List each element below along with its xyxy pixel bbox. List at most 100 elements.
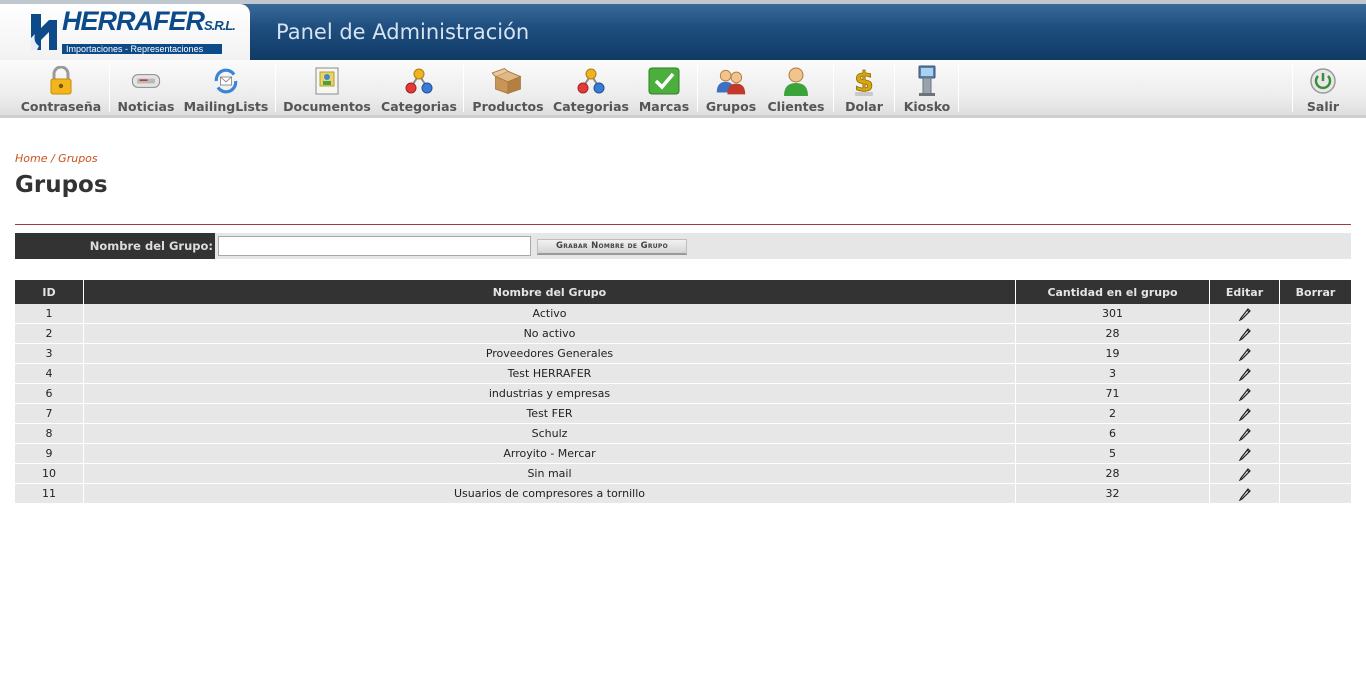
pencil-icon[interactable]	[1238, 407, 1252, 421]
cell-id: 2	[15, 324, 84, 344]
cell-delete[interactable]	[1280, 444, 1351, 464]
document-icon	[315, 67, 339, 95]
cell-edit	[1210, 464, 1280, 484]
cell-group-name: Usuarios de compresores a tornillo	[84, 484, 1016, 504]
newspaper-icon	[131, 74, 161, 88]
save-group-name-button[interactable]: Grabar Nombre de Grupo	[537, 239, 687, 255]
pencil-icon[interactable]	[1238, 367, 1252, 381]
main-toolbar: Contraseña Noticias MailingLists Documen…	[0, 60, 1366, 118]
cell-delete[interactable]	[1280, 484, 1351, 504]
herrafer-logo-icon	[31, 14, 57, 50]
cell-delete[interactable]	[1280, 424, 1351, 444]
cell-group-name: Test FER	[84, 404, 1016, 424]
users-group-icon	[716, 69, 746, 95]
breadcrumb[interactable]: Home / Grupos	[15, 152, 98, 165]
cell-count: 71	[1016, 384, 1210, 404]
cell-count: 6	[1016, 424, 1210, 444]
column-header-id: ID	[15, 280, 84, 304]
toolbar-item-marcas[interactable]: Marcas	[638, 60, 690, 116]
cell-delete[interactable]	[1280, 364, 1351, 384]
cell-count: 301	[1016, 304, 1210, 324]
table-header-row: ID Nombre del Grupo Cantidad en el grupo…	[15, 280, 1351, 304]
title-divider	[15, 224, 1351, 225]
cell-edit	[1210, 484, 1280, 504]
cell-group-name: Activo	[84, 304, 1016, 324]
cell-count: 5	[1016, 444, 1210, 464]
table-row: 1 Activo 301	[15, 304, 1351, 324]
logo-wordmark: HERRAFERS.R.L.	[62, 6, 236, 36]
cell-edit	[1210, 344, 1280, 364]
cell-id: 1	[15, 304, 84, 324]
mail-sync-icon	[214, 68, 238, 94]
column-header-delete: Borrar	[1280, 280, 1351, 304]
toolbar-item-categorias-documentos[interactable]: Categorias	[380, 60, 458, 116]
cell-id: 8	[15, 424, 84, 444]
table-row: 6 industrias y empresas 71	[15, 384, 1351, 404]
cell-group-name: Arroyito - Mercar	[84, 444, 1016, 464]
table-row: 2 No activo 28	[15, 324, 1351, 344]
group-name-input[interactable]	[218, 236, 531, 256]
user-icon	[784, 67, 808, 96]
page-title: Grupos	[15, 172, 108, 198]
cell-group-name: No activo	[84, 324, 1016, 344]
toolbar-item-documentos[interactable]: Documentos	[283, 60, 371, 116]
cell-delete[interactable]	[1280, 324, 1351, 344]
cell-delete[interactable]	[1280, 404, 1351, 424]
cell-delete[interactable]	[1280, 344, 1351, 364]
cell-id: 7	[15, 404, 84, 424]
cell-group-name: Test HERRAFER	[84, 364, 1016, 384]
cell-id: 11	[15, 484, 84, 504]
cell-edit	[1210, 404, 1280, 424]
toolbar-item-contrasena[interactable]: Contraseña	[20, 60, 102, 116]
power-icon	[1310, 68, 1336, 94]
kiosk-icon	[918, 65, 936, 96]
pencil-icon[interactable]	[1238, 487, 1252, 501]
pencil-icon[interactable]	[1238, 327, 1252, 341]
cell-edit	[1210, 364, 1280, 384]
cell-count: 28	[1016, 464, 1210, 484]
checkmark-icon	[648, 67, 680, 95]
cell-delete[interactable]	[1280, 464, 1351, 484]
column-header-edit: Editar	[1210, 280, 1280, 304]
column-header-name: Nombre del Grupo	[84, 280, 1016, 304]
cell-id: 3	[15, 344, 84, 364]
toolbar-item-mailinglists[interactable]: MailingLists	[183, 60, 269, 116]
groups-table: ID Nombre del Grupo Cantidad en el grupo…	[15, 280, 1351, 504]
cell-id: 9	[15, 444, 84, 464]
box-icon	[492, 68, 522, 95]
column-header-count: Cantidad en el grupo	[1016, 280, 1210, 304]
toolbar-item-noticias[interactable]: Noticias	[116, 60, 176, 116]
toolbar-item-kiosko[interactable]: Kiosko	[902, 60, 952, 116]
toolbar-item-clientes[interactable]: Clientes	[765, 60, 827, 116]
cell-edit	[1210, 444, 1280, 464]
table-row: 10 Sin mail 28	[15, 464, 1351, 484]
toolbar-item-categorias-productos[interactable]: Categorias	[552, 60, 630, 116]
cell-count: 28	[1016, 324, 1210, 344]
table-row: 4 Test HERRAFER 3	[15, 364, 1351, 384]
app-header: HERRAFERS.R.L. Importaciones - Represent…	[0, 0, 1366, 60]
table-row: 9 Arroyito - Mercar 5	[15, 444, 1351, 464]
table-row: 7 Test FER 2	[15, 404, 1351, 424]
table-row: 11 Usuarios de compresores a tornillo 32	[15, 484, 1351, 504]
logo[interactable]: HERRAFERS.R.L. Importaciones - Represent…	[0, 4, 250, 60]
group-name-form: Nombre del Grupo: Grabar Nombre de Grupo	[15, 233, 1351, 259]
category-tree-icon	[577, 68, 605, 94]
toolbar-item-productos[interactable]: Productos	[471, 60, 545, 116]
pencil-icon[interactable]	[1238, 447, 1252, 461]
pencil-icon[interactable]	[1238, 347, 1252, 361]
cell-delete[interactable]	[1280, 304, 1351, 324]
cell-edit	[1210, 304, 1280, 324]
cell-edit	[1210, 324, 1280, 344]
pencil-icon[interactable]	[1238, 307, 1252, 321]
toolbar-item-dolar[interactable]: $ Dolar	[841, 60, 887, 116]
pencil-icon[interactable]	[1238, 467, 1252, 481]
pencil-icon[interactable]	[1238, 387, 1252, 401]
cell-count: 32	[1016, 484, 1210, 504]
cell-group-name: Proveedores Generales	[84, 344, 1016, 364]
table-row: 3 Proveedores Generales 19	[15, 344, 1351, 364]
toolbar-item-grupos[interactable]: Grupos	[704, 60, 758, 116]
cell-delete[interactable]	[1280, 384, 1351, 404]
logout-button[interactable]: Salir	[1300, 60, 1346, 116]
cell-edit	[1210, 384, 1280, 404]
pencil-icon[interactable]	[1238, 427, 1252, 441]
